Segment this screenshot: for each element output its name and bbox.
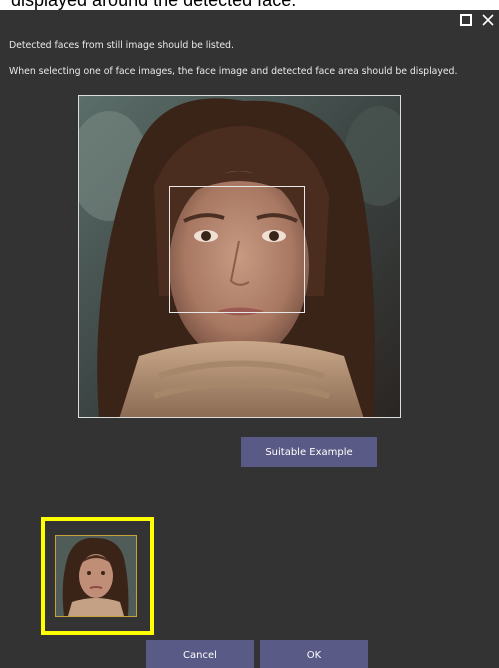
face-thumbnail[interactable] [55, 535, 137, 617]
detected-face-area-box [169, 186, 305, 313]
close-icon [482, 11, 494, 30]
maximize-icon [460, 11, 472, 30]
ok-button[interactable]: OK [260, 640, 368, 668]
instruction-line-1: Detected faces from still image should b… [9, 40, 234, 51]
cancel-button[interactable]: Cancel [146, 640, 254, 668]
face-detection-dialog: Detected faces from still image should b… [0, 10, 499, 668]
suitable-example-button[interactable]: Suitable Example [241, 437, 377, 467]
face-preview-image [78, 95, 401, 418]
window-controls [455, 10, 499, 30]
instruction-line-2: When selecting one of face images, the f… [9, 66, 458, 77]
maximize-button[interactable] [455, 10, 477, 30]
close-button[interactable] [477, 10, 499, 30]
